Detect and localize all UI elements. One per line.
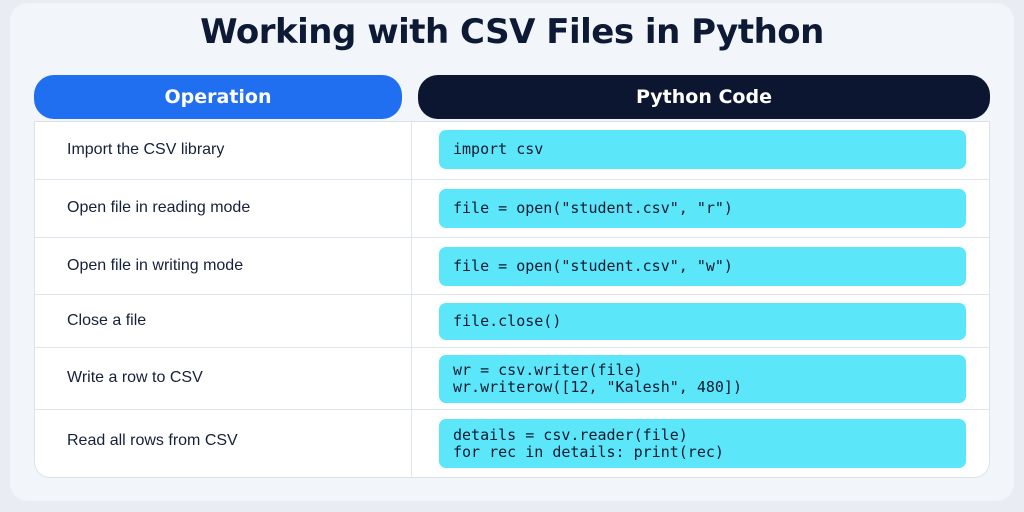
code-line: file = open("student.csv", "w") — [453, 257, 733, 275]
code-snippet: details = csv.reader(file) for rec in de… — [439, 419, 966, 468]
python-code-column-header: Python Code — [418, 75, 990, 119]
code-snippet: wr = csv.writer(file) wr.writerow([12, "… — [439, 355, 966, 403]
table-row: Open file in reading mode file = open("s… — [34, 180, 990, 238]
operation-label: Read all rows from CSV — [67, 432, 238, 449]
operation-label: Import the CSV library — [67, 141, 225, 158]
code-line: for rec in details: print(rec) — [453, 442, 724, 461]
table-row: Write a row to CSV wr = csv.writer(file)… — [34, 348, 990, 410]
code-line: file.close() — [453, 312, 562, 330]
operation-label: Write a row to CSV — [67, 369, 203, 386]
code-line: import csv — [453, 140, 544, 158]
code-line: details = csv.reader(file) — [453, 425, 688, 444]
code-line: wr = csv.writer(file) — [453, 361, 643, 379]
code-snippet: import csv — [439, 130, 966, 169]
code-line: wr.writerow([12, "Kalesh", 480]) — [453, 378, 742, 396]
table-row: Read all rows from CSV details = csv.rea… — [34, 410, 990, 478]
operation-label: Open file in writing mode — [67, 257, 244, 274]
code-line: file = open("student.csv", "r") — [453, 199, 733, 217]
code-snippet: file = open("student.csv", "r") — [439, 189, 966, 228]
operation-column-header: Operation — [34, 75, 402, 119]
table-row: Open file in writing mode file = open("s… — [34, 238, 990, 295]
operation-label: Close a file — [67, 312, 147, 329]
page-title: Working with CSV Files in Python — [200, 12, 824, 52]
table-row: Import the CSV library import csv — [34, 121, 990, 180]
table-row: Close a file file.close() — [34, 295, 990, 348]
operation-label: Open file in reading mode — [67, 199, 251, 216]
code-snippet: file.close() — [439, 303, 966, 340]
code-snippet: file = open("student.csv", "w") — [439, 247, 966, 286]
